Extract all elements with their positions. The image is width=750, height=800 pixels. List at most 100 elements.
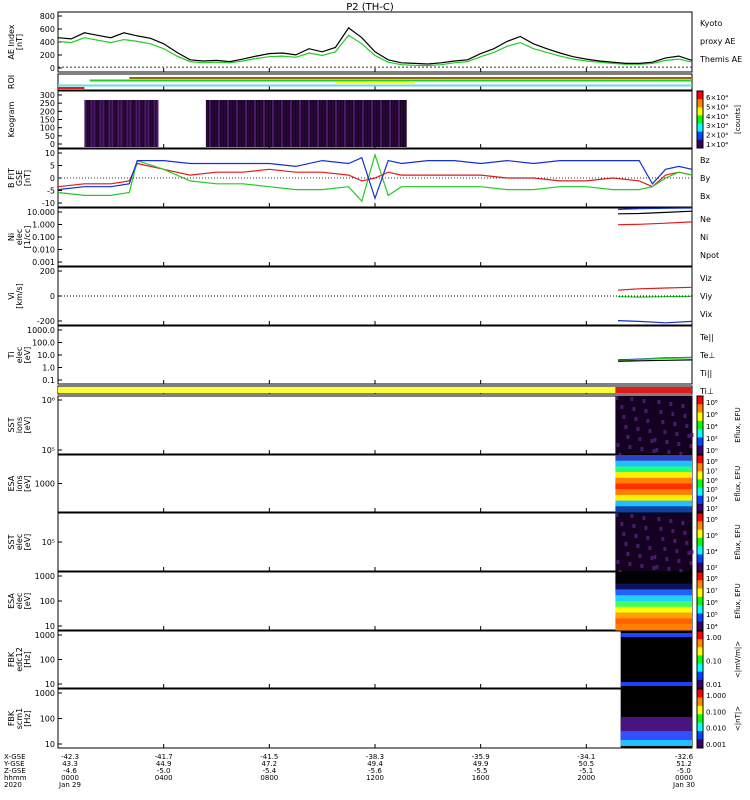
spectrogram-cell xyxy=(648,429,652,433)
y-tick-label: 1000 xyxy=(35,631,55,640)
keogram-column xyxy=(84,100,87,147)
keogram-column xyxy=(391,100,394,147)
spectrogram-sst_e xyxy=(615,513,694,574)
y-tick-label: 10 xyxy=(45,740,55,749)
colorbar-segment xyxy=(697,521,703,531)
colorbar-tick-label: 10⁷ xyxy=(706,587,718,595)
keogram-column xyxy=(373,100,376,147)
spectrogram-cell xyxy=(648,546,652,550)
series-density-red xyxy=(617,221,693,226)
panel-frame xyxy=(57,207,693,267)
keogram-column xyxy=(316,100,319,147)
time-axis-row-label: 2020 xyxy=(4,781,22,789)
roi-bar xyxy=(129,77,692,79)
y-tick-label: 10.000 xyxy=(27,208,55,217)
keogram-column xyxy=(385,100,388,147)
colorbar-segment xyxy=(697,479,703,489)
spectrogram-cell xyxy=(667,567,671,571)
spectrogram-band xyxy=(620,717,692,731)
keogram-column xyxy=(102,100,105,147)
colorbar-segment xyxy=(697,596,703,606)
spectrogram-fbk_e xyxy=(620,631,692,688)
colorbar-tick-label: 3×10⁴ xyxy=(706,122,728,130)
keogram-column xyxy=(241,100,244,147)
legend-entry: Ni xyxy=(700,233,708,242)
colorbar-tick-label: 10⁴ xyxy=(706,496,718,504)
colorbar-segment xyxy=(697,655,703,665)
keogram-column xyxy=(238,100,241,147)
spectrogram-band xyxy=(620,633,692,637)
spectrogram-band xyxy=(615,624,692,631)
y-axis-label: [eV] xyxy=(23,347,32,364)
keogram-column xyxy=(208,100,211,147)
keogram-column xyxy=(388,100,391,147)
keogram-column xyxy=(289,100,292,147)
spectrogram-esa_i xyxy=(615,455,692,513)
colorbar-tick-label: 2×10⁴ xyxy=(706,132,728,140)
time-tick-date: Jan 29 xyxy=(58,781,81,789)
y-tick-label: 100 xyxy=(40,597,55,606)
y-axis-label: Keogram xyxy=(7,101,16,137)
spectrogram-cell xyxy=(677,559,681,563)
series-velocity-green xyxy=(617,295,693,298)
keogram-column xyxy=(295,100,298,147)
panel-frame xyxy=(57,395,693,455)
keogram-column xyxy=(138,100,141,147)
colorbar-tick-label: 10⁸ xyxy=(706,516,718,524)
spectrogram-cell xyxy=(636,427,640,431)
keogram-column xyxy=(223,100,226,147)
keogram-column xyxy=(156,100,159,147)
colorbar-segment xyxy=(697,588,703,598)
colorbar-title: Eflux, EFU xyxy=(734,583,742,618)
colorbar-segment xyxy=(697,731,703,741)
roi-bar xyxy=(58,84,692,87)
keogram-column xyxy=(129,100,132,147)
spectrogram-cell xyxy=(626,552,630,556)
keogram-column xyxy=(247,100,250,147)
colorbar-tick-label: 4×10⁴ xyxy=(706,113,728,121)
panel-density: Ni elec [1/cc]10.0001.0000.1000.0100.001Ne… xyxy=(7,207,719,267)
keogram-column xyxy=(214,100,217,147)
colorbar-segment xyxy=(697,503,703,513)
spectrogram-band xyxy=(615,595,692,602)
colorbar-tick-label: 10⁴ xyxy=(706,423,718,431)
keogram-column xyxy=(265,100,268,147)
colorbar-tick-label: 10² xyxy=(706,564,718,572)
keogram-segment xyxy=(84,100,159,147)
keogram-column xyxy=(277,100,280,147)
colorbar-segment xyxy=(697,739,703,749)
spectrogram-cell xyxy=(675,549,679,553)
keogram-column xyxy=(301,100,304,147)
colorbar-tick-label: 0.010 xyxy=(706,725,726,733)
y-tick-label: 400 xyxy=(40,38,55,47)
spectrogram-cell xyxy=(615,513,619,517)
spectrogram-cell xyxy=(630,397,634,401)
legend-entry: Vix xyxy=(700,310,713,319)
spectrogram-cell xyxy=(655,448,659,452)
y-tick-label: 1000 xyxy=(35,689,55,698)
keogram-column xyxy=(271,100,274,147)
spectrogram-cell xyxy=(652,566,656,570)
spectrogram-cell xyxy=(663,547,667,551)
spectrogram-band xyxy=(615,606,692,614)
colorbar-segment xyxy=(697,99,703,108)
keogram-column xyxy=(337,100,340,147)
spectrogram-cell xyxy=(642,516,646,520)
keogram-column xyxy=(352,100,355,147)
spectrogram-esa_e xyxy=(615,572,692,631)
colorbar-segment xyxy=(697,554,703,564)
spectrogram-cell xyxy=(624,425,628,429)
colorbar-tick-label: 0.001 xyxy=(706,741,726,749)
spectrogram-cell xyxy=(626,435,630,439)
time-tick-date: Jan 30 xyxy=(672,781,695,789)
colorbar-segment xyxy=(697,613,703,623)
y-axis-label: [eV] xyxy=(23,593,32,610)
y-tick-label: 5 xyxy=(50,162,55,171)
spectrogram-cell xyxy=(659,410,663,414)
legend-entry: Te⊥ xyxy=(699,351,715,360)
keogram-column xyxy=(382,100,385,147)
colorbar-tick-label: 0.10 xyxy=(706,658,722,666)
y-tick-label: 200 xyxy=(40,267,55,276)
y-tick-label: 10⁵ xyxy=(42,538,55,547)
y-tick-label: 0 xyxy=(50,64,55,73)
